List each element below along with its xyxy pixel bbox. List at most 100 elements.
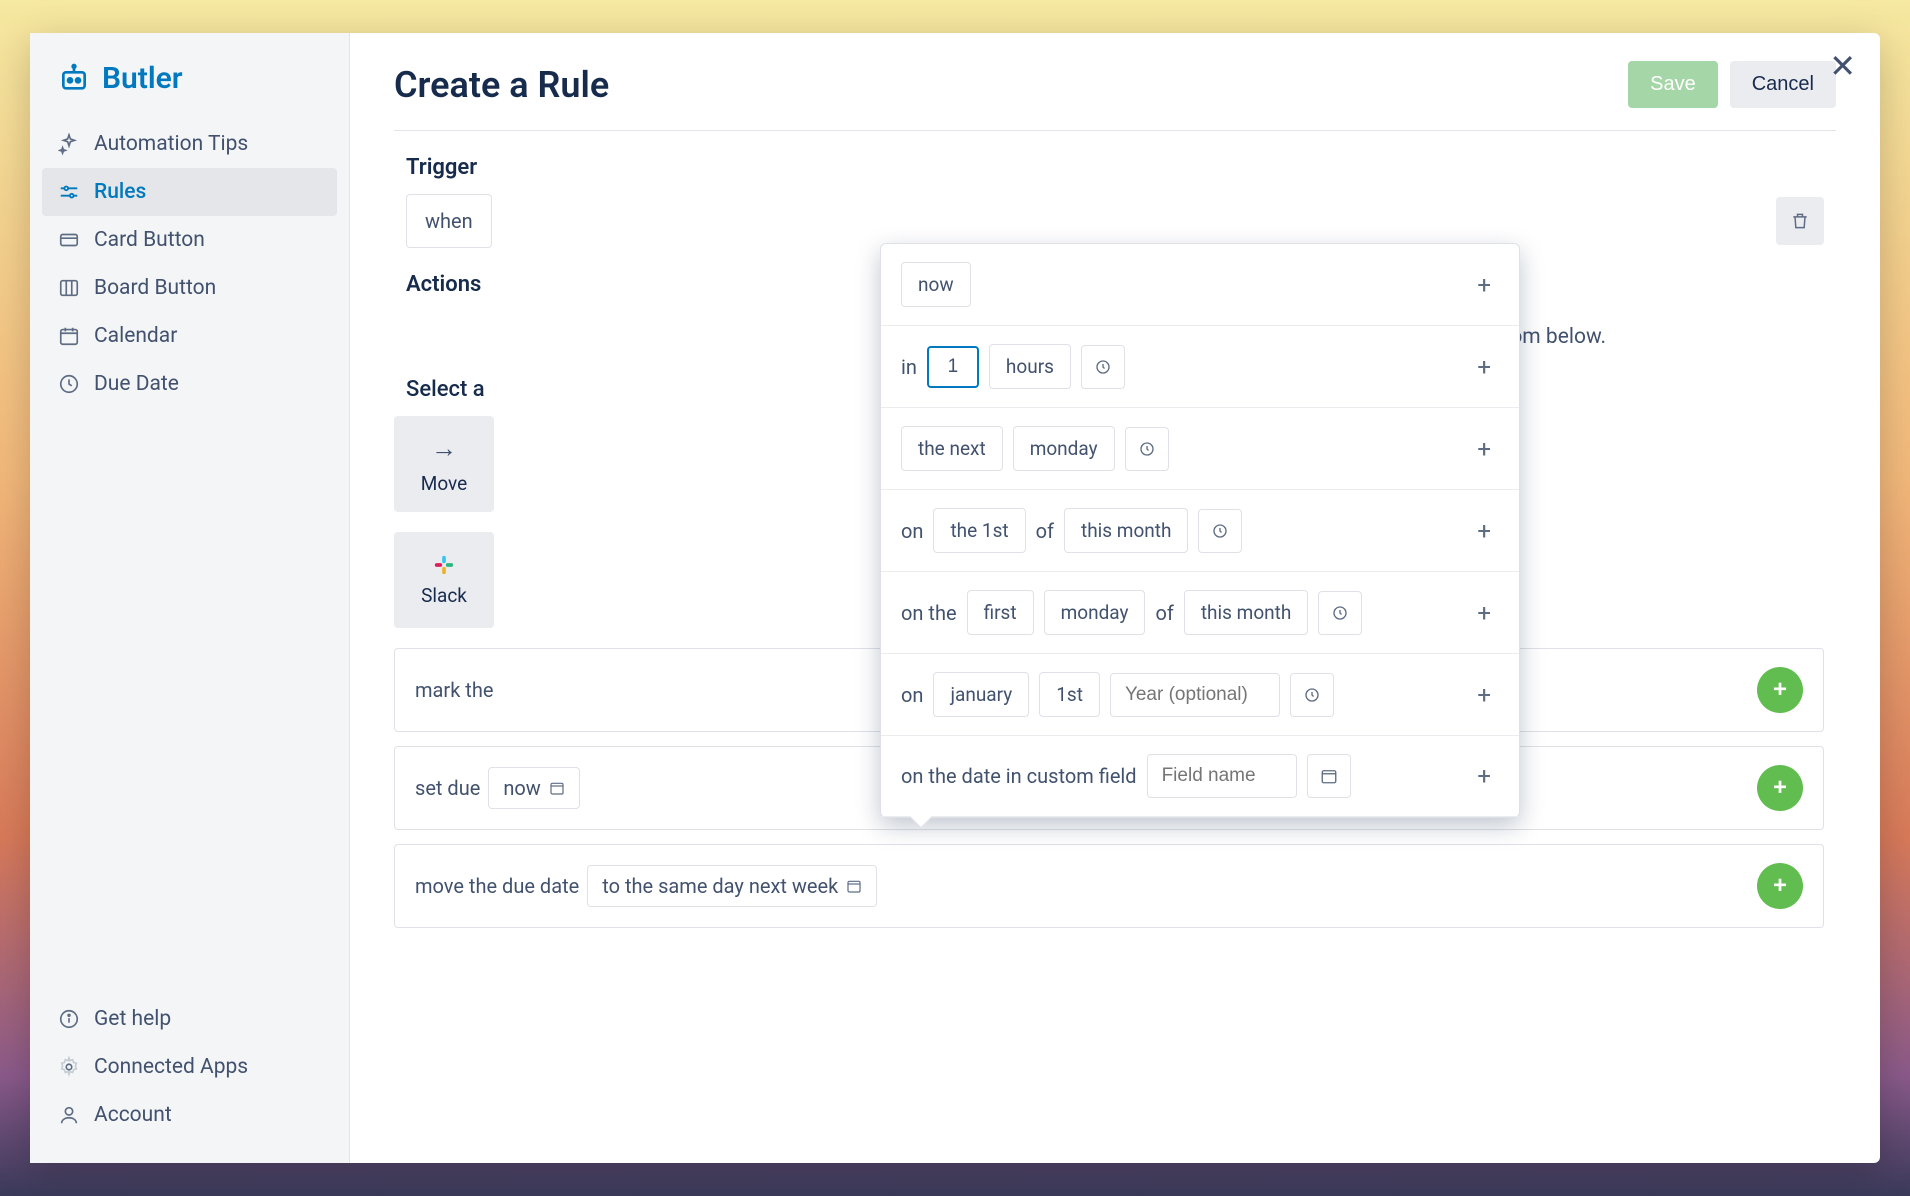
arrow-right-icon: →	[431, 433, 457, 464]
january-chip[interactable]: january	[933, 672, 1029, 717]
label-on-the: on the	[901, 601, 957, 625]
sidebar-item-calendar[interactable]: Calendar	[42, 312, 337, 360]
add-action-button[interactable]: +	[1757, 667, 1803, 713]
gear-icon	[58, 1056, 80, 1078]
popover-row-on-first-monday: on the first monday of this month +	[881, 572, 1519, 654]
label-in: in	[901, 355, 917, 379]
clock-icon	[1331, 604, 1349, 622]
add-action-button[interactable]: +	[1757, 863, 1803, 909]
user-icon	[58, 1104, 80, 1126]
popover-row-next-monday: the next monday +	[881, 408, 1519, 490]
delete-trigger-button[interactable]	[1776, 197, 1824, 245]
hours-value-input[interactable]	[927, 346, 979, 388]
calendar-icon	[1320, 767, 1338, 785]
sidebar-item-card-button[interactable]: Card Button	[42, 216, 337, 264]
due-now-chip[interactable]: now	[488, 767, 579, 809]
calendar-icon	[846, 878, 862, 894]
sidebar-item-rules[interactable]: Rules	[42, 168, 337, 216]
action-text: set due	[415, 776, 480, 800]
date-picker-popover: now + in hours + the next monday	[880, 243, 1520, 818]
trash-icon	[1790, 211, 1810, 231]
page-title: Create a Rule	[394, 64, 609, 106]
calendar-icon	[549, 780, 565, 796]
sidebar-item-account[interactable]: Account	[42, 1091, 337, 1139]
add-option-button[interactable]: +	[1469, 431, 1499, 467]
add-option-button[interactable]: +	[1469, 267, 1499, 303]
sidebar-item-label: Account	[94, 1103, 172, 1127]
header-actions: Save Cancel	[1628, 61, 1836, 108]
monday-chip[interactable]: monday	[1044, 590, 1146, 635]
monday-chip[interactable]: monday	[1013, 426, 1115, 471]
sidebar-item-due-date[interactable]: Due Date	[42, 360, 337, 408]
save-button[interactable]: Save	[1628, 61, 1718, 108]
label-custom-field: on the date in custom field	[901, 764, 1137, 788]
year-input[interactable]	[1110, 673, 1280, 717]
this-month-chip[interactable]: this month	[1184, 590, 1309, 635]
popover-row-in-hours: in hours +	[881, 326, 1519, 408]
calendar-icon	[58, 325, 80, 347]
clock-icon	[1094, 358, 1112, 376]
sidebar-item-label: Automation Tips	[94, 132, 248, 156]
sidebar-item-label: Get help	[94, 1007, 171, 1031]
time-picker-button[interactable]	[1125, 427, 1169, 471]
main-content: ✕ Create a Rule Save Cancel Trigger when…	[350, 33, 1880, 1163]
cancel-button[interactable]: Cancel	[1730, 61, 1836, 108]
action-text: move the due date	[415, 874, 579, 898]
time-picker-button[interactable]	[1290, 673, 1334, 717]
1st-chip[interactable]: 1st	[1039, 672, 1100, 717]
now-chip[interactable]: now	[901, 262, 971, 307]
add-action-button[interactable]: +	[1757, 765, 1803, 811]
popover-row-on-1st-month: on the 1st of this month +	[881, 490, 1519, 572]
this-month-chip[interactable]: this month	[1064, 508, 1189, 553]
popover-row-custom-field: on the date in custom field +	[881, 736, 1519, 817]
add-option-button[interactable]: +	[1469, 349, 1499, 385]
add-option-button[interactable]: +	[1469, 513, 1499, 549]
sidebar-nav: Automation Tips Rules Card Button Board …	[30, 120, 349, 408]
label-of: of	[1036, 519, 1054, 543]
page-header: Create a Rule Save Cancel	[394, 61, 1836, 131]
clock-icon	[58, 373, 80, 395]
first-chip[interactable]: first	[967, 590, 1034, 635]
action-text: mark the	[415, 678, 493, 702]
plus-icon: +	[1773, 774, 1787, 802]
chip-label: to the same day next week	[602, 874, 838, 898]
add-option-button[interactable]: +	[1469, 677, 1499, 713]
field-name-input[interactable]	[1147, 754, 1297, 798]
close-button[interactable]: ✕	[1829, 47, 1856, 85]
calendar-picker-button[interactable]	[1307, 754, 1351, 798]
sidebar-item-automation-tips[interactable]: Automation Tips	[42, 120, 337, 168]
tile-move[interactable]: → Move	[394, 416, 494, 512]
trigger-when-text: when	[425, 209, 473, 233]
board-icon	[58, 277, 80, 299]
card-icon	[58, 229, 80, 251]
tile-label: Move	[421, 472, 467, 495]
sidebar-item-label: Rules	[94, 180, 146, 204]
brand: Butler	[30, 49, 349, 120]
tile-slack[interactable]: Slack	[394, 532, 494, 628]
add-option-button[interactable]: +	[1469, 595, 1499, 631]
time-picker-button[interactable]	[1198, 509, 1242, 553]
sidebar-item-label: Due Date	[94, 372, 179, 396]
label-on: on	[901, 683, 923, 707]
sidebar-item-connected-apps[interactable]: Connected Apps	[42, 1043, 337, 1091]
slack-icon	[433, 554, 455, 576]
sidebar-bottom: Get help Connected Apps Account	[30, 995, 349, 1163]
move-due-chip[interactable]: to the same day next week	[587, 865, 877, 907]
time-picker-button[interactable]	[1081, 345, 1125, 389]
clock-icon	[1138, 440, 1156, 458]
time-picker-button[interactable]	[1318, 591, 1362, 635]
label-on: on	[901, 519, 923, 543]
the-next-chip[interactable]: the next	[901, 426, 1003, 471]
sparkle-icon	[58, 133, 80, 155]
app-window: Butler Automation Tips Rules Card Button	[30, 33, 1880, 1163]
the-1st-chip[interactable]: the 1st	[933, 508, 1025, 553]
tile-label: Slack	[421, 584, 467, 607]
sidebar-item-board-button[interactable]: Board Button	[42, 264, 337, 312]
trigger-when-card[interactable]: when	[406, 194, 492, 248]
label-of: of	[1155, 601, 1173, 625]
plus-icon: +	[1773, 676, 1787, 704]
hours-chip[interactable]: hours	[989, 344, 1071, 389]
sidebar-item-get-help[interactable]: Get help	[42, 995, 337, 1043]
trigger-row: when	[406, 194, 1836, 248]
add-option-button[interactable]: +	[1469, 758, 1499, 794]
